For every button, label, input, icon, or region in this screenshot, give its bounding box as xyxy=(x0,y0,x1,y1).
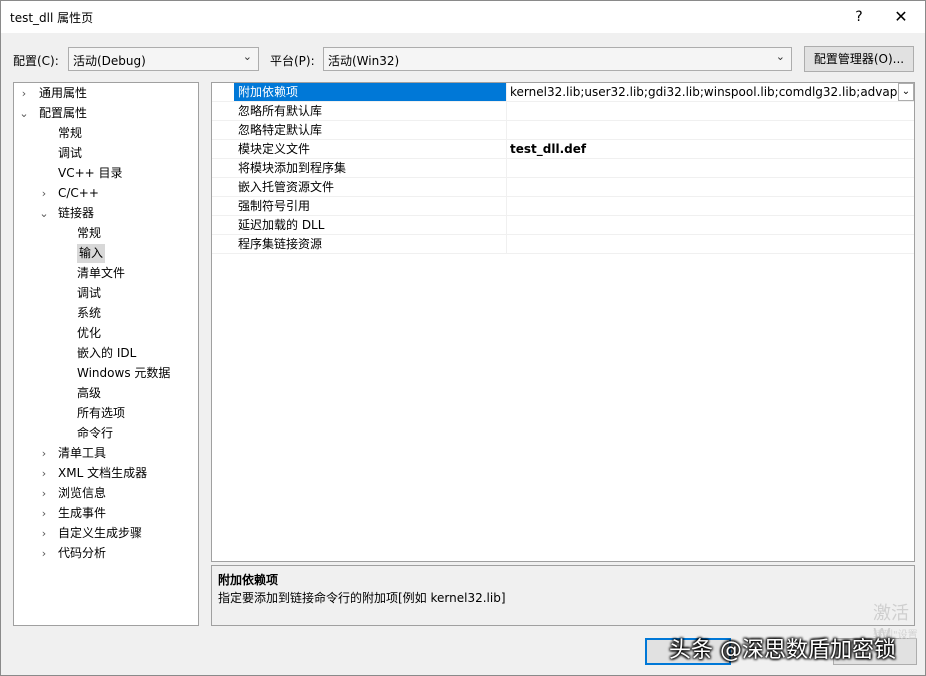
property-value[interactable]: kernel32.lib;user32.lib;gdi32.lib;winspo… xyxy=(510,83,900,101)
property-row[interactable]: 忽略特定默认库 xyxy=(212,121,914,140)
tree-item[interactable]: 链接器 xyxy=(58,204,94,223)
property-row[interactable]: 延迟加载的 DLL xyxy=(212,216,914,235)
description-panel: 附加依赖项 指定要添加到链接命令行的附加项[例如 kernel32.lib] xyxy=(211,565,915,626)
chevron-down-icon: ⌄ xyxy=(775,50,785,63)
tree-item[interactable]: 生成事件 xyxy=(58,504,106,523)
help-button[interactable]: ? xyxy=(841,1,877,33)
config-dropdown[interactable]: 活动(Debug) ⌄ xyxy=(68,47,259,71)
property-name: 模块定义文件 xyxy=(234,140,507,158)
tree-item[interactable]: 高级 xyxy=(77,384,101,403)
property-name: 程序集链接资源 xyxy=(234,235,507,253)
config-value: 活动(Debug) xyxy=(73,54,146,68)
expand-arrow-icon[interactable]: › xyxy=(38,484,50,503)
property-name: 将模块添加到程序集 xyxy=(234,159,507,177)
tree-item[interactable]: XML 文档生成器 xyxy=(58,464,147,483)
property-pages-window: test_dll 属性页 ? ✕ 配置(C): 活动(Debug) ⌄ 平台(P… xyxy=(0,0,926,676)
tree-item[interactable]: 所有选项 xyxy=(77,404,125,423)
tree-item[interactable]: 输入 xyxy=(77,244,106,263)
property-value[interactable] xyxy=(510,121,900,139)
property-value[interactable] xyxy=(510,178,900,196)
tree-item[interactable]: 自定义生成步骤 xyxy=(58,524,142,543)
tree-item[interactable]: 命令行 xyxy=(77,424,113,443)
tree-item[interactable]: 嵌入的 IDL xyxy=(77,344,136,363)
expand-arrow-icon[interactable]: › xyxy=(38,444,50,463)
platform-value: 活动(Win32) xyxy=(328,54,400,68)
property-name: 嵌入托管资源文件 xyxy=(234,178,507,196)
expand-arrow-icon[interactable]: › xyxy=(38,524,50,543)
title-bar: test_dll 属性页 ? ✕ xyxy=(1,1,925,33)
tree-item[interactable]: 系统 xyxy=(77,304,101,323)
window-title: test_dll 属性页 xyxy=(10,11,94,25)
tree-item[interactable]: 浏览信息 xyxy=(58,484,106,503)
property-name: 强制符号引用 xyxy=(234,197,507,215)
property-value[interactable] xyxy=(510,102,900,120)
property-name: 延迟加载的 DLL xyxy=(234,216,507,234)
tree-item[interactable]: 清单文件 xyxy=(77,264,125,283)
platform-dropdown[interactable]: 活动(Win32) ⌄ xyxy=(323,47,792,71)
description-title: 附加依赖项 xyxy=(218,573,279,587)
property-row[interactable]: 忽略所有默认库 xyxy=(212,102,914,121)
property-value[interactable] xyxy=(510,197,900,215)
property-row[interactable]: 程序集链接资源 xyxy=(212,235,914,254)
property-grid[interactable]: 附加依赖项 kernel32.lib;user32.lib;gdi32.lib;w… xyxy=(211,82,915,562)
chevron-down-icon[interactable]: ⌄ xyxy=(898,83,914,101)
property-value[interactable] xyxy=(510,159,900,177)
property-row[interactable]: 嵌入托管资源文件 xyxy=(212,178,914,197)
property-value[interactable] xyxy=(510,216,900,234)
tree-item[interactable]: VC++ 目录 xyxy=(58,164,123,183)
tree-item[interactable]: 清单工具 xyxy=(58,444,106,463)
config-label: 配置(C): xyxy=(13,54,59,68)
property-tree[interactable]: › 通用属性 ⌄ 配置属性 常规 调试 VC++ 目录 › C/C++ ⌄ 链接器 常规 输入 清单文件调… xyxy=(13,82,199,626)
property-name: 忽略特定默认库 xyxy=(234,121,507,139)
tree-item[interactable]: 调试 xyxy=(58,144,82,163)
property-row[interactable]: 将模块添加到程序集 xyxy=(212,159,914,178)
expand-arrow-icon[interactable]: › xyxy=(38,544,50,563)
tree-item[interactable]: 常规 xyxy=(58,124,82,143)
property-name: 忽略所有默认库 xyxy=(234,102,507,120)
collapse-arrow-icon[interactable]: ⌄ xyxy=(18,104,30,123)
tree-item[interactable]: 常规 xyxy=(77,224,101,243)
collapse-arrow-icon[interactable]: ⌄ xyxy=(38,204,50,223)
close-button[interactable]: ✕ xyxy=(883,1,919,33)
expand-arrow-icon[interactable]: › xyxy=(38,184,50,203)
description-text: 指定要添加到链接命令行的附加项[例如 kernel32.lib] xyxy=(218,591,506,605)
config-manager-button[interactable]: 配置管理器(O)... xyxy=(804,46,914,72)
chevron-down-icon: ⌄ xyxy=(242,50,252,63)
brand-watermark: 头条 @深思数盾加密锁 xyxy=(669,638,896,663)
tree-item[interactable]: 优化 xyxy=(77,324,101,343)
tree-item[interactable]: 代码分析 xyxy=(58,544,106,563)
expand-arrow-icon[interactable]: › xyxy=(38,504,50,523)
tree-item[interactable]: C/C++ xyxy=(58,184,99,203)
platform-label: 平台(P): xyxy=(270,54,315,68)
tree-item[interactable]: 配置属性 xyxy=(39,104,87,123)
property-value[interactable]: test_dll.def xyxy=(510,140,900,158)
tree-item[interactable]: 调试 xyxy=(77,284,101,303)
property-name: 附加依赖项 xyxy=(234,83,507,101)
property-row[interactable]: 模块定义文件 test_dll.def xyxy=(212,140,914,159)
property-row[interactable]: 附加依赖项 kernel32.lib;user32.lib;gdi32.lib;w… xyxy=(212,83,914,102)
tree-item[interactable]: Windows 元数据 xyxy=(77,364,170,383)
expand-arrow-icon[interactable]: › xyxy=(18,84,30,103)
tree-item[interactable]: 通用属性 xyxy=(39,84,87,103)
property-value[interactable] xyxy=(510,235,900,253)
expand-arrow-icon[interactable]: › xyxy=(38,464,50,483)
property-row[interactable]: 强制符号引用 xyxy=(212,197,914,216)
